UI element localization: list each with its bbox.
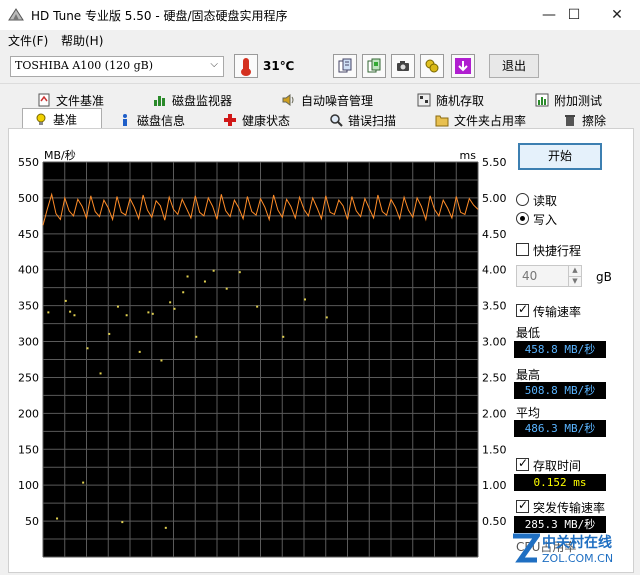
thermometer-icon bbox=[234, 54, 258, 78]
tab-label: 文件基准 bbox=[56, 93, 105, 108]
random-access-icon bbox=[416, 93, 431, 108]
screenshot-button[interactable] bbox=[391, 54, 415, 78]
close-icon: ✕ bbox=[611, 7, 623, 23]
trash-icon bbox=[562, 113, 577, 128]
access-time-checkbox[interactable] bbox=[516, 456, 529, 471]
zol-watermark: 中关村在线 ZOL.COM.CN bbox=[500, 528, 640, 573]
spin-up-icon[interactable]: ▲ bbox=[568, 266, 581, 276]
app-icon bbox=[8, 8, 24, 21]
tab-label: 自动噪音管理 bbox=[301, 93, 374, 108]
write-label: 写入 bbox=[533, 213, 558, 227]
toolbar: TOSHIBA A100 (120 gB) ⌵ 31℃ 退出 bbox=[0, 50, 640, 84]
tab-error-scan[interactable]: 错误扫描 bbox=[328, 110, 396, 130]
burst-rate-label: 突发传输速率 bbox=[533, 501, 606, 515]
tab-file-benchmark[interactable]: 文件基准 bbox=[36, 90, 104, 110]
tab-folder-usage[interactable]: 文件夹占用率 bbox=[434, 110, 526, 130]
watermark-text: 中关村在线 bbox=[542, 535, 612, 551]
maximize-button[interactable]: ☐ bbox=[551, 0, 597, 30]
zol-logo-icon bbox=[513, 533, 540, 563]
title-bar: HD Tune 专业版 5.50 - 硬盘/固态硬盘实用程序 — ☐ ✕ bbox=[0, 0, 640, 30]
options-button[interactable] bbox=[420, 54, 444, 78]
tab-extra-tests[interactable]: 附加测试 bbox=[534, 90, 602, 110]
tab-erase[interactable]: 擦除 bbox=[562, 110, 606, 130]
tab-random-access[interactable]: 随机存取 bbox=[416, 90, 484, 110]
tab-disk-info[interactable]: 磁盘信息 bbox=[117, 110, 185, 130]
speaker-icon bbox=[281, 93, 296, 108]
spin-down-icon[interactable]: ▼ bbox=[568, 276, 581, 286]
tab-disk-monitor[interactable]: 磁盘监视器 bbox=[152, 90, 232, 110]
tab-label: 附加测试 bbox=[554, 93, 603, 108]
tab-label: 擦除 bbox=[582, 113, 607, 128]
tab-noise-management[interactable]: 自动噪音管理 bbox=[281, 90, 373, 110]
tab-label: 基准 bbox=[53, 113, 78, 127]
short-stroke-spinner[interactable]: 40 ▲ ▼ bbox=[516, 265, 582, 287]
file-benchmark-icon bbox=[36, 93, 51, 108]
drive-select[interactable]: TOSHIBA A100 (120 gB) ⌵ bbox=[10, 56, 224, 77]
start-button[interactable]: 开始 bbox=[518, 143, 602, 170]
write-radio[interactable] bbox=[516, 212, 529, 225]
extra-tests-icon bbox=[534, 93, 549, 108]
tab-label: 随机存取 bbox=[436, 93, 485, 108]
min-label: 最低 bbox=[516, 326, 541, 340]
min-value: 458.8 MB/秒 bbox=[514, 341, 606, 358]
transfer-rate-label: 传输速率 bbox=[533, 305, 582, 319]
short-stroke-value: 40 bbox=[522, 269, 538, 283]
max-value: 508.8 MB/秒 bbox=[514, 382, 606, 399]
read-label: 读取 bbox=[533, 194, 558, 208]
save-icon bbox=[455, 58, 471, 74]
info-icon bbox=[117, 113, 132, 128]
exit-button[interactable]: 退出 bbox=[489, 54, 539, 78]
close-button[interactable]: ✕ bbox=[594, 0, 640, 30]
menu-help[interactable]: 帮助(H) bbox=[61, 32, 103, 49]
tab-health[interactable]: 健康状态 bbox=[222, 110, 290, 130]
tab-label: 磁盘监视器 bbox=[172, 93, 233, 108]
access-time-label: 存取时间 bbox=[533, 459, 582, 473]
tab-label: 文件夹占用率 bbox=[454, 113, 527, 128]
save-button[interactable] bbox=[451, 54, 475, 78]
access-time-value: 0.152 ms bbox=[514, 474, 606, 491]
tab-row-top: 文件基准 磁盘监视器 自动噪音管理 随机存取 附加测试 bbox=[26, 90, 626, 110]
options-icon bbox=[425, 59, 439, 73]
max-label: 最高 bbox=[516, 368, 541, 382]
avg-value: 486.3 MB/秒 bbox=[514, 420, 606, 437]
burst-rate-checkbox[interactable] bbox=[516, 498, 529, 513]
drive-select-value: TOSHIBA A100 (120 gB) bbox=[15, 59, 153, 72]
folder-icon bbox=[434, 113, 449, 128]
menu-file[interactable]: 文件(F) bbox=[8, 32, 48, 49]
menu-bar: 文件(F) 帮助(H) bbox=[0, 30, 640, 50]
watermark-url: ZOL.COM.CN bbox=[542, 552, 614, 565]
tab-benchmark[interactable]: 基准 bbox=[22, 108, 102, 130]
lightbulb-icon bbox=[33, 112, 48, 127]
tab-label: 错误扫描 bbox=[348, 113, 397, 128]
copy-screenshot-icon bbox=[367, 58, 381, 73]
maximize-icon: ☐ bbox=[567, 7, 581, 23]
window-title: HD Tune 专业版 5.50 - 硬盘/固态硬盘实用程序 bbox=[31, 9, 288, 23]
avg-label: 平均 bbox=[516, 406, 541, 420]
short-stroke-checkbox[interactable] bbox=[516, 243, 529, 256]
tab-row-bottom: 基准 磁盘信息 健康状态 错误扫描 文件夹占用率 擦除 bbox=[22, 108, 622, 130]
copy-screenshot-button[interactable] bbox=[362, 54, 386, 78]
camera-icon bbox=[397, 61, 409, 71]
read-radio[interactable] bbox=[516, 193, 529, 206]
chevron-down-icon: ⌵ bbox=[210, 59, 218, 70]
transfer-rate-checkbox[interactable] bbox=[516, 302, 529, 317]
health-cross-icon bbox=[222, 113, 237, 128]
bar-chart-icon bbox=[152, 93, 167, 108]
copy-text-button[interactable] bbox=[333, 54, 357, 78]
short-stroke-label: 快捷行程 bbox=[533, 244, 582, 258]
temperature-value: 31℃ bbox=[263, 59, 295, 73]
magnifier-icon bbox=[328, 113, 343, 128]
tab-label: 磁盘信息 bbox=[137, 113, 186, 128]
tab-label: 健康状态 bbox=[242, 113, 291, 128]
short-stroke-unit: gB bbox=[596, 270, 612, 284]
copy-text-icon bbox=[338, 58, 352, 73]
